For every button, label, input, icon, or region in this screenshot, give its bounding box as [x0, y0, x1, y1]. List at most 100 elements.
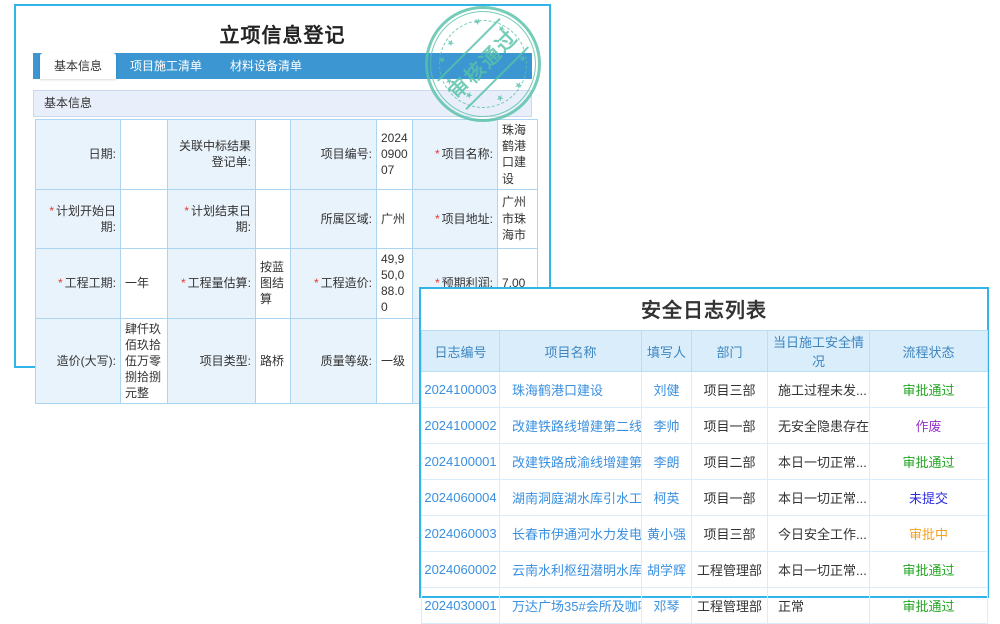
field-label-bid-result: 关联中标结果登记单:: [168, 120, 256, 190]
writer-link[interactable]: 柯英: [653, 491, 679, 506]
field-value-date: [121, 120, 168, 190]
log-id-link[interactable]: 2024030001: [424, 598, 496, 613]
required-mark: *: [184, 204, 189, 218]
column-header-flow-status: 流程状态: [870, 331, 988, 372]
page-title: 立项信息登记: [16, 19, 549, 48]
table-header-row: 日志编号 项目名称 填写人 部门 当日施工安全情况 流程状态: [422, 331, 988, 372]
field-value-duration: 一年: [121, 248, 168, 318]
writer-link[interactable]: 刘健: [653, 383, 679, 398]
field-value-cost-capital: 肆仟玖佰玖拾伍万零捌拾捌元整: [121, 318, 168, 404]
field-label-date: 日期:: [36, 120, 121, 190]
department-cell: 项目三部: [692, 372, 768, 408]
form-row: *计划开始日期: *计划结束日期: 所属区域: 广州 *项目地址: 广州市珠海市: [36, 189, 538, 248]
field-label-project-cost: *工程造价:: [291, 248, 377, 318]
status-badge: 审批中: [870, 516, 988, 552]
department-cell: 项目二部: [692, 444, 768, 480]
required-mark: *: [49, 204, 54, 218]
field-label-project-name: *项目名称:: [413, 120, 498, 190]
writer-link[interactable]: 邓琴: [653, 599, 679, 614]
field-label-quality-grade: 质量等级:: [291, 318, 377, 404]
required-mark: *: [314, 276, 319, 290]
department-cell: 工程管理部: [692, 552, 768, 588]
safety-situation-cell: 本日一切正常...: [768, 552, 870, 588]
project-name-link[interactable]: 万达广场35#会所及咖啡...: [512, 599, 642, 614]
required-mark: *: [435, 147, 440, 161]
department-cell: 项目一部: [692, 408, 768, 444]
required-mark: *: [435, 212, 440, 226]
writer-link[interactable]: 李朗: [653, 455, 679, 470]
field-value-bid-result: [256, 120, 291, 190]
column-header-project-name: 项目名称: [500, 331, 642, 372]
safety-log-panel: 安全日志列表 日志编号 项目名称 填写人 部门 当日施工安全情况 流程状态 20…: [419, 287, 989, 598]
field-value-region: 广州: [377, 189, 413, 248]
tab-construction-list[interactable]: 项目施工清单: [116, 53, 216, 79]
field-label-plan-start: *计划开始日期:: [36, 189, 121, 248]
tab-basic-info[interactable]: 基本信息: [40, 53, 116, 79]
table-row: 2024100003 珠海鹤港口建设 刘健 项目三部 施工过程未发... 审批通…: [422, 372, 988, 408]
log-id-link[interactable]: 2024100001: [424, 454, 496, 469]
status-badge: 审批通过: [870, 372, 988, 408]
log-id-link[interactable]: 2024100003: [424, 382, 496, 397]
project-name-link[interactable]: 珠海鹤港口建设: [512, 383, 603, 398]
department-cell: 项目一部: [692, 480, 768, 516]
table-row: 2024060003 长春市伊通河水力发电... 黄小强 项目三部 今日安全工作…: [422, 516, 988, 552]
field-label-project-address: *项目地址:: [413, 189, 498, 248]
department-cell: 项目三部: [692, 516, 768, 552]
log-id-link[interactable]: 2024060002: [424, 562, 496, 577]
required-mark: *: [181, 276, 186, 290]
project-name-link[interactable]: 湖南洞庭湖水库引水工...: [512, 491, 642, 506]
field-label-project-type: 项目类型:: [168, 318, 256, 404]
project-name-link[interactable]: 改建铁路成渝线增建第...: [512, 455, 642, 470]
field-value-project-no: 2024090007: [377, 120, 413, 190]
field-value-project-name: 珠海鹤港口建设: [498, 120, 538, 190]
table-row: 2024030001 万达广场35#会所及咖啡... 邓琴 工程管理部 正常 审…: [422, 588, 988, 624]
safety-situation-cell: 本日一切正常...: [768, 444, 870, 480]
writer-link[interactable]: 李帅: [653, 419, 679, 434]
writer-link[interactable]: 胡学辉: [647, 563, 686, 578]
tab-material-equipment-list[interactable]: 材料设备清单: [216, 53, 316, 79]
column-header-department: 部门: [692, 331, 768, 372]
project-name-link[interactable]: 云南水利枢纽潜明水库...: [512, 563, 642, 578]
field-value-project-address: 广州市珠海市: [498, 189, 538, 248]
table-row: 2024100001 改建铁路成渝线增建第... 李朗 项目二部 本日一切正常.…: [422, 444, 988, 480]
field-value-plan-end: [256, 189, 291, 248]
safety-situation-cell: 本日一切正常...: [768, 480, 870, 516]
table-row: 2024100002 改建铁路线增建第二线... 李帅 项目一部 无安全隐患存在…: [422, 408, 988, 444]
field-label-cost-capital: 造价(大写):: [36, 318, 121, 404]
project-name-link[interactable]: 改建铁路线增建第二线...: [512, 419, 642, 434]
writer-link[interactable]: 黄小强: [647, 527, 686, 542]
column-header-writer: 填写人: [642, 331, 692, 372]
column-header-safety-situation: 当日施工安全情况: [768, 331, 870, 372]
status-badge: 审批通过: [870, 552, 988, 588]
required-mark: *: [58, 276, 63, 290]
safety-log-table: 日志编号 项目名称 填写人 部门 当日施工安全情况 流程状态 202410000…: [421, 330, 988, 624]
log-id-link[interactable]: 2024100002: [424, 418, 496, 433]
field-label-project-no: 项目编号:: [291, 120, 377, 190]
log-id-link[interactable]: 2024060004: [424, 490, 496, 505]
project-name-link[interactable]: 长春市伊通河水力发电...: [512, 527, 642, 542]
safety-situation-cell: 今日安全工作...: [768, 516, 870, 552]
field-label-region: 所属区域:: [291, 189, 377, 248]
status-badge: 审批通过: [870, 588, 988, 624]
field-value-plan-start: [121, 189, 168, 248]
status-badge: 审批通过: [870, 444, 988, 480]
table-row: 2024060002 云南水利枢纽潜明水库... 胡学辉 工程管理部 本日一切正…: [422, 552, 988, 588]
safety-log-title: 安全日志列表: [421, 289, 987, 330]
field-value-quality-grade: 一级: [377, 318, 413, 404]
safety-situation-cell: 施工过程未发...: [768, 372, 870, 408]
field-label-plan-end: *计划结束日期:: [168, 189, 256, 248]
safety-situation-cell: 正常: [768, 588, 870, 624]
form-row: 日期: 关联中标结果登记单: 项目编号: 2024090007 *项目名称: 珠…: [36, 120, 538, 190]
table-row: 2024060004 湖南洞庭湖水库引水工... 柯英 项目一部 本日一切正常.…: [422, 480, 988, 516]
log-id-link[interactable]: 2024060003: [424, 526, 496, 541]
field-label-quantity-estimate: *工程量估算:: [168, 248, 256, 318]
field-value-project-cost: 49,950,088.00: [377, 248, 413, 318]
status-badge: 未提交: [870, 480, 988, 516]
tab-bar: 基本信息 项目施工清单 材料设备清单: [33, 53, 532, 79]
status-badge: 作废: [870, 408, 988, 444]
column-header-log-id: 日志编号: [422, 331, 500, 372]
field-value-project-type: 路桥: [256, 318, 291, 404]
field-label-duration: *工程工期:: [36, 248, 121, 318]
department-cell: 工程管理部: [692, 588, 768, 624]
safety-situation-cell: 无安全隐患存在: [768, 408, 870, 444]
